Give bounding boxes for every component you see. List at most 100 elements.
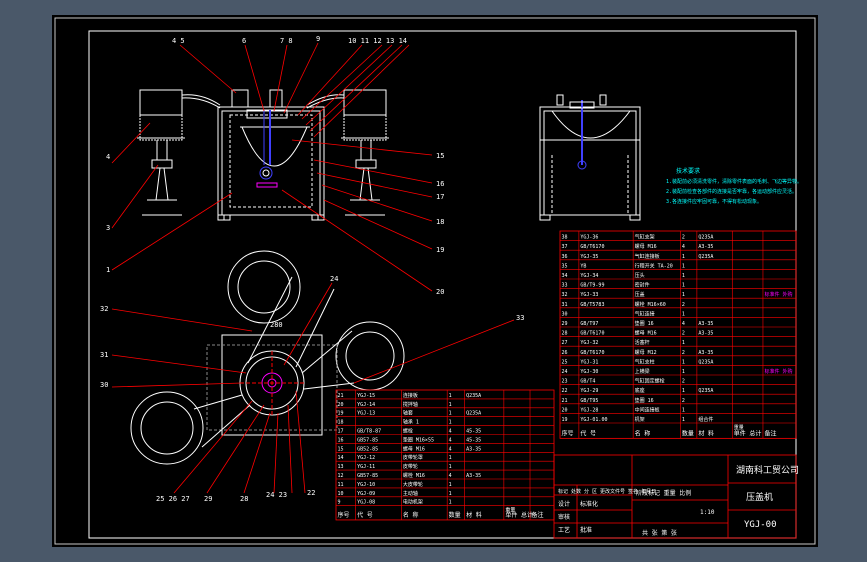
left-table-cell: Q235A [466, 411, 481, 417]
left-table-cell: 1 [449, 411, 452, 417]
right-table-cell: 中间连接板 [635, 406, 660, 413]
right-table-cell: 标准件 外购 [764, 291, 792, 298]
stage-labels: 阶段标记 重量 比例 [636, 489, 691, 497]
right-table-cell: YGJ-01.00 [580, 417, 607, 423]
parts-list-right: 38 YGJ-36 气缸支架 2 Q235A 37 GB/T6170 螺母 M16 4 A3-35… [559, 230, 797, 439]
right-table-cell: 1 [682, 369, 685, 375]
right-table-cell: 36 [562, 254, 568, 260]
left-table-cell: 搅拌轴 [403, 401, 418, 408]
right-table-cell: GB/T6170 [580, 350, 604, 356]
callout-30: 30 [100, 381, 108, 389]
notes-line-1: 1.装配前必须清洗零件，清除零件表面的毛刺、飞边等异物。 [666, 178, 802, 185]
right-table-cell: YGJ-28 [580, 407, 598, 413]
left-table-cell: 45-35 [466, 429, 481, 435]
left-table-cell: YGJ-13 [357, 411, 375, 417]
right-table-cell: GB/T6170 [580, 331, 604, 337]
left-table-cell: 轴套 [403, 410, 413, 417]
right-table-header: 数量 [682, 429, 694, 437]
right-table-cell: YGJ-33 [580, 292, 598, 298]
right-table-header: 材 料 [698, 429, 714, 437]
right-table-cell: 1 [682, 254, 685, 260]
right-table-cell: 螺栓 M16×60 [635, 301, 666, 308]
notes-line-3: 3.各连接件应牢固可靠，不得有松动现象。 [666, 198, 762, 205]
left-table-cell: A3-35 [466, 473, 481, 479]
right-table-cell: 螺母 M16 [635, 330, 657, 337]
left-table-cell: GB/T8-87 [357, 429, 381, 435]
designer-label: 设计 [558, 500, 570, 508]
left-table-header: 名 称 [403, 511, 419, 519]
right-table-cell: 上横梁 [635, 368, 650, 375]
left-table-cell: 4 [449, 429, 452, 435]
right-table-cell: 密封件 [635, 282, 650, 289]
right-table-cell: 行程开关 TA-20 [635, 262, 673, 269]
right-table-cell: 2 [682, 379, 685, 385]
left-table-cell: 9 [338, 500, 341, 506]
callout-7-8: 7 8 [280, 37, 293, 45]
callout-4-5: 4 5 [172, 37, 185, 45]
company-name: 湖南科工贸公司 [736, 464, 799, 476]
left-table-cell: 4 [449, 437, 452, 443]
right-table-cell: 压盖 [635, 291, 645, 298]
approve-label: 批准 [580, 526, 592, 534]
right-table-cell: 标准件 外购 [764, 368, 792, 375]
assembly-drawing: 4 5 6 7 8 9 10 11 12 13 14 4 3 1 15 16 1… [54, 17, 816, 545]
callout-25-27: 25 26 27 [156, 495, 190, 503]
left-table-cell: 大皮带轮 [403, 481, 423, 488]
right-table-cell: 2 [682, 302, 685, 308]
drawing-sheet: 4 5 6 7 8 9 10 11 12 13 14 4 3 1 15 16 1… [52, 15, 818, 547]
right-table-cell: GB/T95 [580, 398, 598, 404]
side-view [539, 94, 641, 221]
right-table-cell: 2 [682, 398, 685, 404]
left-table-cell: 19 [338, 411, 344, 417]
callout-4: 4 [106, 153, 110, 161]
callout-22: 22 [307, 489, 315, 497]
right-table-cell: 1 [682, 340, 685, 346]
callout-28: 28 [240, 495, 248, 503]
right-table-cell: 1 [682, 311, 685, 317]
left-table-cell: 16 [338, 437, 344, 443]
callout-10-14: 10 11 12 13 14 [348, 37, 407, 45]
callout-1: 1 [106, 266, 110, 274]
drawing-number: YGJ-00 [744, 520, 777, 530]
right-table-cell: 34 [562, 273, 568, 279]
right-table-cell: 1 [682, 417, 685, 423]
right-table-cell: 30 [562, 311, 568, 317]
callout-15: 15 [436, 152, 444, 160]
left-table-cell: A3-35 [466, 446, 481, 452]
left-table-cell: 1 [449, 393, 452, 399]
left-table-cell: 12 [338, 473, 344, 479]
left-table-header: 备注 [532, 511, 544, 519]
right-table-cell: 1 [682, 283, 685, 289]
cad-viewport[interactable]: 4 5 6 7 8 9 10 11 12 13 14 4 3 1 15 16 1… [0, 0, 867, 562]
standardization-label: 标准化 [580, 500, 598, 508]
right-table-cell: 底座 [635, 387, 645, 394]
left-table-cell: 1 [449, 420, 452, 426]
right-table-cell: 活塞杆 [635, 339, 650, 346]
left-table-cell: YGJ-14 [357, 402, 375, 408]
right-table-cell: 35 [562, 263, 568, 269]
callout-24-23: 24 23 [266, 491, 287, 499]
left-table-cell: 1 [449, 482, 452, 488]
right-table-cell: GB/T97 [580, 321, 598, 327]
right-table-cell: Q235A [698, 388, 713, 394]
right-table-cell: 27 [562, 340, 568, 346]
left-table-cell: 45-35 [466, 437, 481, 443]
callout-24: 24 [330, 275, 338, 283]
callout-18: 18 [436, 218, 444, 226]
right-table-header: 备注 [764, 429, 776, 437]
left-table-cell: 4 [449, 473, 452, 479]
left-table-cell: 13 [338, 464, 344, 470]
left-table-cell: 皮带轮罩 [403, 454, 423, 461]
left-table-cell: 15 [338, 446, 344, 452]
callout-19: 19 [436, 246, 444, 254]
right-table-cell: 4 [682, 244, 685, 250]
right-table-cell: 气缸固定螺栓 [635, 378, 665, 385]
inner-frame [88, 30, 797, 539]
left-table-cell: 21 [338, 393, 344, 399]
right-table-header: 名 称 [635, 429, 651, 437]
left-table-cell: YGJ-10 [357, 482, 375, 488]
right-table-cell: 螺母 M16 [635, 243, 657, 250]
right-table-cell: 1 [682, 263, 685, 269]
left-table-cell: 皮带轮 [403, 463, 418, 470]
left-table-cell: 17 [338, 429, 344, 435]
